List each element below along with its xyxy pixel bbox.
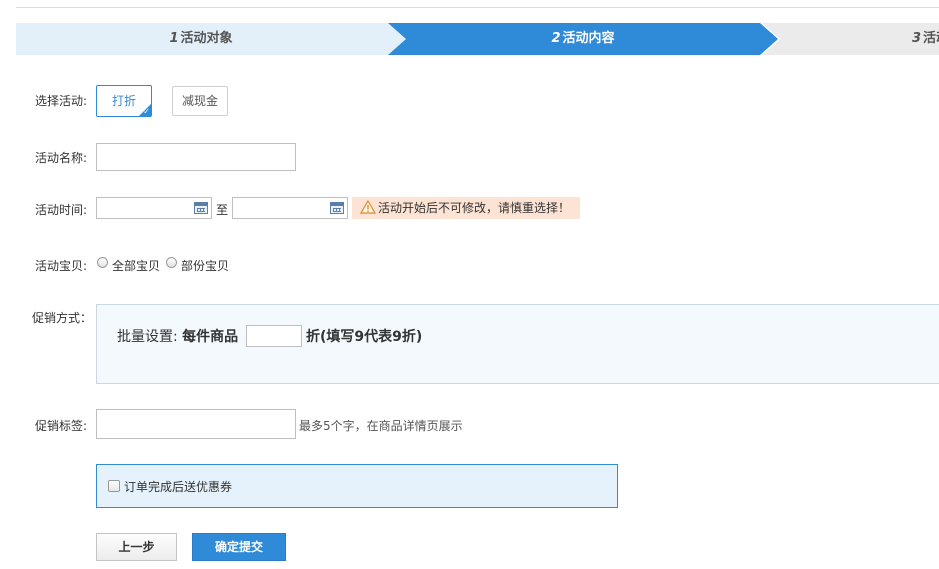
- discount-suffix-text: 折(填写9代表9折): [306, 329, 423, 345]
- time-warning-notice: 活动开始后不可修改，请慎重选择！: [352, 197, 580, 219]
- discount-option-label: 打折: [111, 94, 136, 108]
- per-item-label: 每件商品: [182, 329, 239, 345]
- discount-rate-input[interactable]: [246, 325, 302, 347]
- activity-name-label: 活动名称:: [35, 151, 88, 165]
- coupon-label: 订单完成后送优惠券: [124, 480, 233, 494]
- warning-icon: [360, 200, 376, 214]
- step-2-number: 2: [551, 31, 561, 46]
- all-items-label: 全部宝贝: [112, 259, 161, 273]
- prev-step-button[interactable]: 上一步: [96, 533, 177, 561]
- promo-tag-input[interactable]: [96, 409, 296, 439]
- step-2: 2 活动内容: [388, 23, 778, 55]
- step-1-label: 活动对象: [180, 31, 233, 46]
- time-warning-text: 活动开始后不可修改，请慎重选择！: [378, 201, 571, 215]
- submit-button[interactable]: 确定提交: [192, 533, 286, 561]
- progress-steps: 1活动对象 2活动内容 3活动: [16, 23, 939, 55]
- promo-method-label: 促销方式：: [32, 311, 93, 325]
- cash-off-option-label: 减现金: [181, 94, 218, 108]
- promo-tag-label: 促销标签:: [35, 419, 88, 433]
- step-1-number: 1: [169, 31, 179, 46]
- top-divider: [16, 7, 939, 8]
- step-2-label: 活动内容: [562, 31, 615, 46]
- end-date-input[interactable]: [232, 197, 348, 219]
- promo-tag-hint: 最多5个字，在商品详情页展示: [299, 419, 463, 433]
- batch-setting-label: 批量设置:: [117, 329, 178, 345]
- step-3: 3活动: [762, 23, 939, 55]
- check-icon: ✓: [143, 107, 150, 116]
- step-1: 1 活动对象: [16, 23, 406, 55]
- activity-time-label: 活动时间:: [35, 203, 88, 217]
- cash-off-option-button[interactable]: 减现金: [172, 86, 228, 116]
- discount-option-button[interactable]: 打折 ✓: [96, 85, 152, 117]
- partial-items-label: 部份宝贝: [181, 259, 230, 273]
- promo-method-text: 批量设置: 每件商品: [117, 328, 238, 346]
- discount-suffix: 折(填写9代表9折): [306, 328, 422, 346]
- step-3-number: 3: [912, 31, 922, 46]
- calendar-icon[interactable]: [194, 202, 208, 214]
- select-activity-label: 选择活动:: [35, 94, 88, 108]
- step-3-label: 活动: [923, 31, 939, 46]
- calendar-icon[interactable]: [330, 202, 344, 214]
- partial-items-radio[interactable]: [166, 257, 177, 268]
- activity-items-label: 活动宝贝:: [35, 259, 88, 273]
- date-separator: 至: [216, 203, 229, 217]
- start-date-input[interactable]: [96, 197, 212, 219]
- all-items-radio[interactable]: [97, 257, 108, 268]
- coupon-checkbox[interactable]: [108, 480, 120, 492]
- activity-name-input[interactable]: [96, 143, 296, 171]
